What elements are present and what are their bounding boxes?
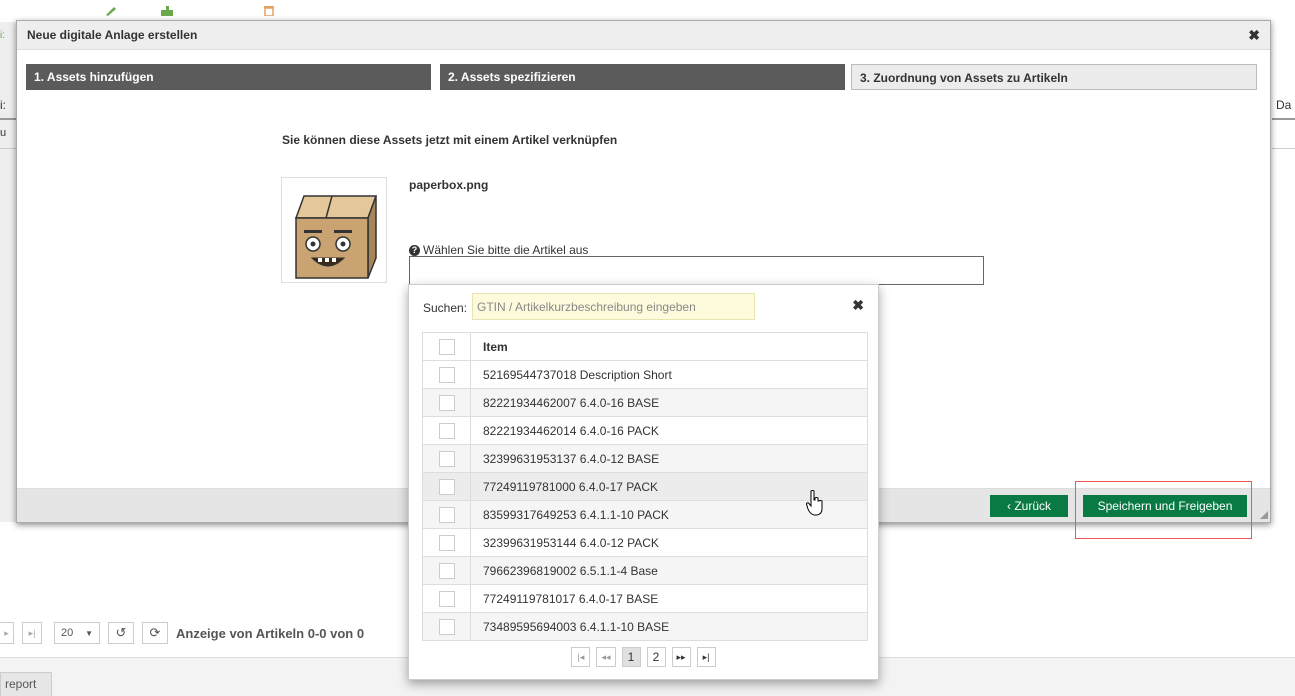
first-page-button[interactable]: |◂ <box>571 647 591 667</box>
item-cell: 77249119781017 6.4.0-17 BASE <box>470 584 868 613</box>
background-divider <box>1272 148 1295 149</box>
back-button[interactable]: ‹ Zurück <box>990 495 1068 517</box>
table-row[interactable]: 52169544737018 Description Short <box>422 360 868 389</box>
table-row[interactable]: 77249119781017 6.4.0-17 BASE <box>422 584 868 613</box>
page-button-2[interactable]: 2 <box>646 647 666 667</box>
item-cell: 52169544737018 Description Short <box>470 360 868 389</box>
row-checkbox-cell <box>422 416 471 445</box>
background-left-panel <box>0 22 16 522</box>
dialog-header: Neue digitale Anlage erstellen ✖ <box>17 21 1270 50</box>
background-divider <box>1272 118 1295 120</box>
pager-status-text: Anzeige von Artikeln 0-0 von 0 <box>176 625 365 641</box>
last-page-button[interactable]: ▸| <box>696 647 716 667</box>
background-cell: u <box>0 127 7 139</box>
item-cell: 32399631953144 6.4.0-12 PACK <box>470 528 868 557</box>
background-column-header: Da <box>1276 98 1292 112</box>
row-checkbox[interactable] <box>438 394 455 411</box>
refresh-button[interactable]: ⟳ <box>142 622 168 644</box>
item-cell: 82221934462014 6.4.0-16 PACK <box>470 416 868 445</box>
popup-pager: |◂ ◂◂ 1 2 ▸▸ ▸| <box>409 647 878 667</box>
row-checkbox[interactable] <box>438 506 455 523</box>
highlight-annotation <box>1075 481 1252 539</box>
row-checkbox-cell <box>422 444 471 473</box>
undo-icon: ↺ <box>115 625 127 640</box>
background-divider <box>0 118 16 120</box>
row-checkbox[interactable] <box>438 422 455 439</box>
item-cell: 79662396819002 6.5.1.1-4 Base <box>470 556 868 585</box>
last-page-button[interactable]: ▸| <box>22 622 42 644</box>
row-checkbox[interactable] <box>438 590 455 607</box>
item-picker-popup: Suchen: ✖ Item 52169544737018 Descriptio… <box>408 284 879 680</box>
asset-thumbnail <box>281 177 387 283</box>
help-icon[interactable]: ? <box>409 244 420 256</box>
next-page-button[interactable]: ▸▸ <box>671 647 691 667</box>
row-checkbox-cell <box>422 556 471 585</box>
search-label: Suchen: <box>423 301 468 315</box>
select-all-checkbox[interactable] <box>438 338 455 355</box>
instruction-text: Sie können diese Assets jetzt mit einem … <box>282 133 618 147</box>
wizard-steps: 1. Assets hinzufügen 2. Assets spezifizi… <box>17 64 1270 90</box>
table-row[interactable]: 32399631953144 6.4.0-12 PACK <box>422 528 868 557</box>
prev-page-button[interactable]: ◂◂ <box>596 647 616 667</box>
next-page-button[interactable]: ▸ <box>0 622 14 644</box>
item-select-field[interactable] <box>409 256 984 285</box>
page-size-select[interactable]: 20 ▼ <box>54 622 100 644</box>
reset-button[interactable]: ↺ <box>108 622 134 644</box>
select-items-label-text: Wählen Sie bitte die Artikel aus <box>423 243 589 257</box>
item-cell: 82221934462007 6.4.0-16 BASE <box>470 388 868 417</box>
select-all-cell <box>422 332 471 361</box>
chevron-down-icon: ▼ <box>85 628 94 638</box>
background-column-header: i: <box>0 98 6 112</box>
row-checkbox-cell <box>422 528 471 557</box>
table-row[interactable]: 83599317649253 6.4.1.1-10 PACK <box>422 500 868 529</box>
paperbox-cartoon-icon <box>294 195 378 279</box>
step-add-assets: 1. Assets hinzufügen <box>26 64 431 90</box>
step-specify-assets: 2. Assets spezifizieren <box>440 64 845 90</box>
page-button-1[interactable]: 1 <box>621 647 641 667</box>
row-checkbox-cell <box>422 612 471 641</box>
table-row[interactable]: 32399631953137 6.4.0-12 BASE <box>422 444 868 473</box>
background-pager: ▸ ▸| 20 ▼ ↺ ⟳ Anzeige von Artikeln 0-0 v… <box>0 622 364 644</box>
row-checkbox-cell <box>422 584 471 613</box>
row-checkbox-cell <box>422 472 471 501</box>
hand-cursor-icon <box>806 490 823 516</box>
row-checkbox[interactable] <box>438 562 455 579</box>
thumbs-up-icon[interactable] <box>160 6 174 16</box>
trash-icon[interactable] <box>262 6 276 16</box>
row-checkbox-cell <box>422 360 471 389</box>
item-cell: 32399631953137 6.4.0-12 BASE <box>470 444 868 473</box>
table-row[interactable]: 77249119781000 6.4.0-17 PACK <box>422 472 868 501</box>
report-tab[interactable]: report <box>0 672 52 696</box>
asset-filename: paperbox.png <box>409 178 489 192</box>
background-divider <box>0 148 16 149</box>
table-row[interactable]: 79662396819002 6.5.1.1-4 Base <box>422 556 868 585</box>
table-row[interactable]: 82221934462007 6.4.0-16 BASE <box>422 388 868 417</box>
edit-icon[interactable] <box>104 6 118 16</box>
dialog-title: Neue digitale Anlage erstellen <box>27 28 198 42</box>
item-table: Item 52169544737018 Description Short 82… <box>422 332 868 641</box>
step-assign-assets: 3. Zuordnung von Assets zu Artikeln <box>851 64 1257 90</box>
row-checkbox-cell <box>422 388 471 417</box>
page-size-value: 20 <box>60 627 74 639</box>
table-header-row: Item <box>422 332 868 361</box>
column-header-item: Item <box>470 332 868 361</box>
row-checkbox[interactable] <box>438 450 455 467</box>
close-icon[interactable]: ✖ <box>852 297 864 314</box>
row-checkbox[interactable] <box>438 534 455 551</box>
row-checkbox[interactable] <box>438 366 455 383</box>
row-checkbox[interactable] <box>438 478 455 495</box>
table-row[interactable]: 73489595694003 6.4.1.1-10 BASE <box>422 612 868 641</box>
table-row[interactable]: 82221934462014 6.4.0-16 PACK <box>422 416 868 445</box>
background-edge-text: i: <box>0 30 5 41</box>
refresh-icon: ⟳ <box>149 625 161 640</box>
resize-grip-icon[interactable] <box>1260 511 1268 519</box>
search-input[interactable] <box>472 293 755 320</box>
row-checkbox-cell <box>422 500 471 529</box>
select-items-label: ? Wählen Sie bitte die Artikel aus <box>409 243 588 257</box>
close-icon[interactable]: ✖ <box>1248 27 1260 44</box>
row-checkbox[interactable] <box>438 618 455 635</box>
background-toolbar <box>0 0 1295 22</box>
item-cell: 73489595694003 6.4.1.1-10 BASE <box>470 612 868 641</box>
